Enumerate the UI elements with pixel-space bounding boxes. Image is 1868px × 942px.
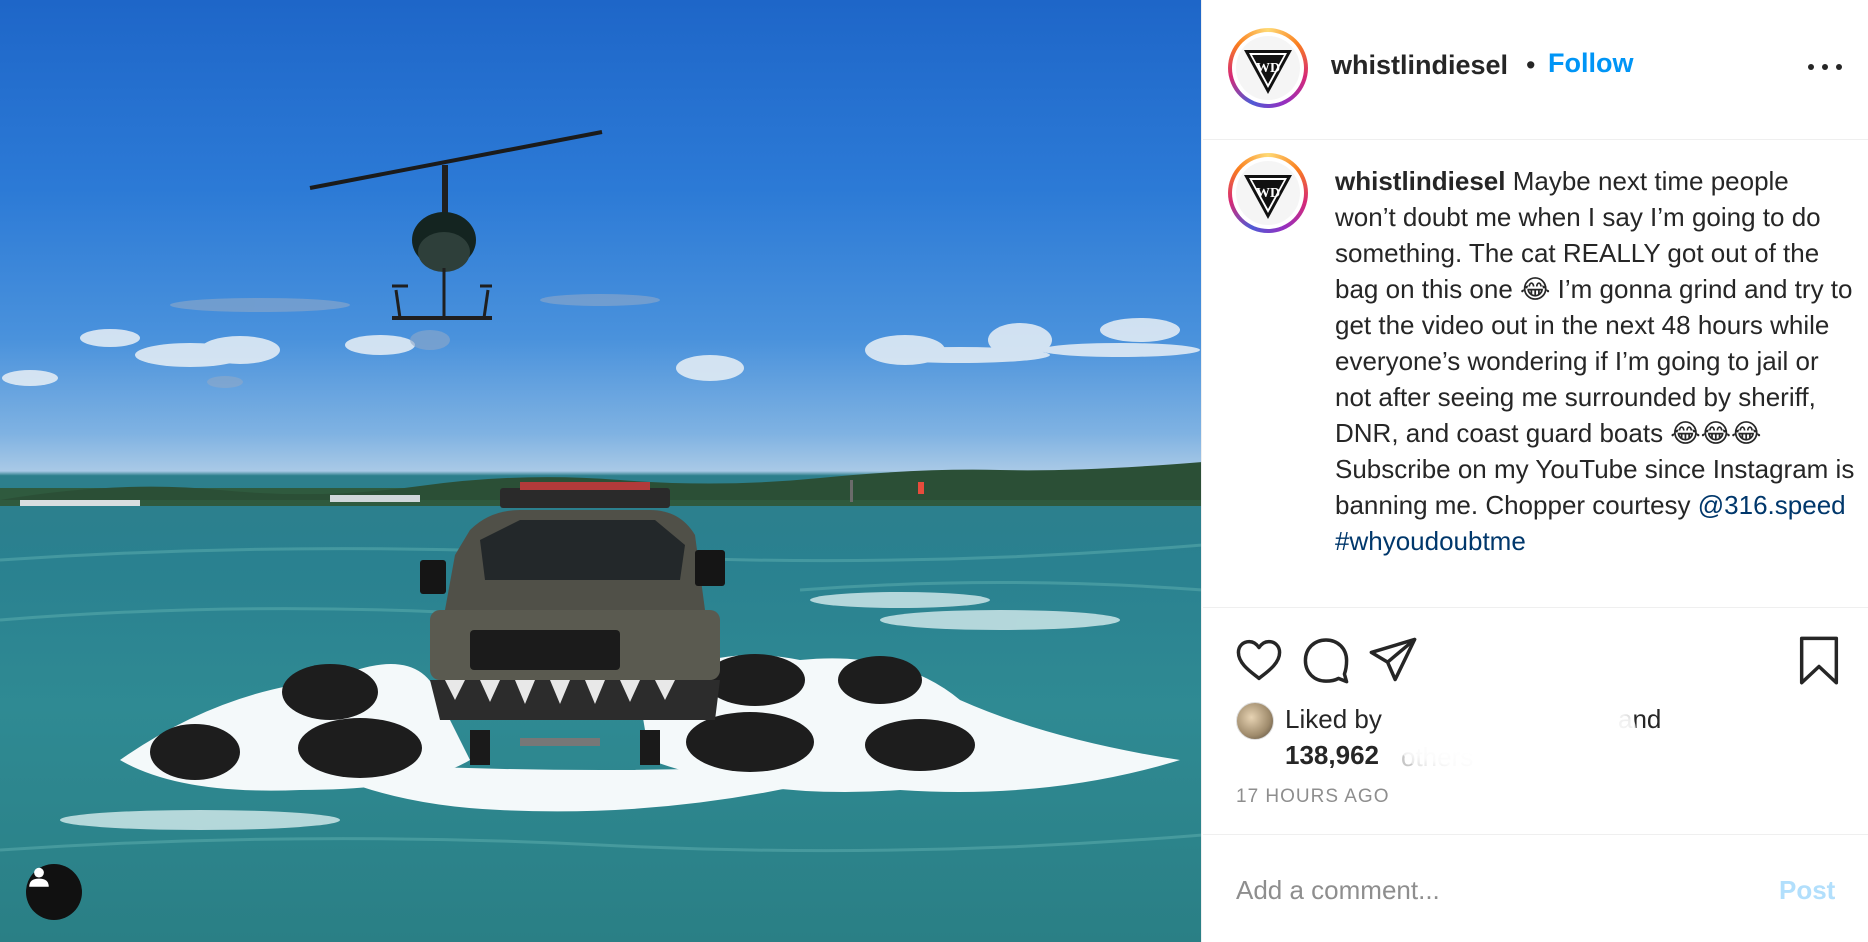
- follow-button[interactable]: Follow: [1548, 48, 1633, 79]
- more-horizontal-icon[interactable]: [1808, 60, 1842, 74]
- post-photo[interactable]: [0, 0, 1202, 942]
- likes-summary: Liked by and 138,962 others: [1236, 692, 1836, 776]
- heart-icon[interactable]: [1233, 634, 1285, 686]
- wd-logo-icon: WD: [1244, 175, 1292, 219]
- header-separator: •: [1526, 50, 1536, 80]
- clouds: [2, 318, 1200, 386]
- comment-input[interactable]: [1236, 865, 1736, 915]
- caption-body: Maybe next time people won’t doubt me wh…: [1335, 166, 1855, 520]
- post-side-panel: WD whistlindiesel • Follow WD whistlindi…: [1203, 0, 1868, 942]
- bookmark-icon[interactable]: [1793, 634, 1845, 686]
- like-count[interactable]: 138,962: [1285, 740, 1379, 771]
- post-actions: Liked by and 138,962 others 17 HOURS AGO: [1203, 607, 1868, 834]
- caption-section: WD whistlindiesel Maybe next time people…: [1203, 141, 1868, 607]
- redacted-liker-name: [1396, 692, 1636, 772]
- header-avatar[interactable]: WD: [1228, 28, 1308, 108]
- person-icon: [29, 867, 49, 887]
- header-username[interactable]: whistlindiesel: [1331, 50, 1508, 81]
- post-header: WD whistlindiesel • Follow: [1203, 0, 1868, 140]
- svg-text:WD: WD: [1256, 186, 1280, 201]
- comment-box: Post: [1203, 834, 1868, 942]
- caption-text: whistlindiesel Maybe next time people wo…: [1335, 163, 1855, 559]
- caption-hashtag-link[interactable]: #whyoudoubtme: [1335, 526, 1526, 556]
- share-icon[interactable]: [1367, 634, 1419, 686]
- user-tag-button[interactable]: [26, 864, 82, 920]
- post-photo-scene: [0, 130, 1201, 853]
- wd-logo-icon: WD: [1244, 50, 1292, 94]
- svg-text:WD: WD: [1256, 61, 1280, 76]
- helicopter: [309, 130, 603, 320]
- caption-username[interactable]: whistlindiesel: [1335, 166, 1506, 196]
- post-timestamp[interactable]: 17 HOURS AGO: [1236, 786, 1390, 808]
- comment-icon[interactable]: [1300, 634, 1352, 686]
- liked-by-label: Liked by: [1285, 704, 1382, 734]
- liker-avatar[interactable]: [1236, 702, 1274, 740]
- post-comment-button[interactable]: Post: [1779, 875, 1835, 906]
- caption-mention-link[interactable]: @316.speed: [1698, 490, 1846, 520]
- caption-avatar[interactable]: WD: [1228, 153, 1308, 233]
